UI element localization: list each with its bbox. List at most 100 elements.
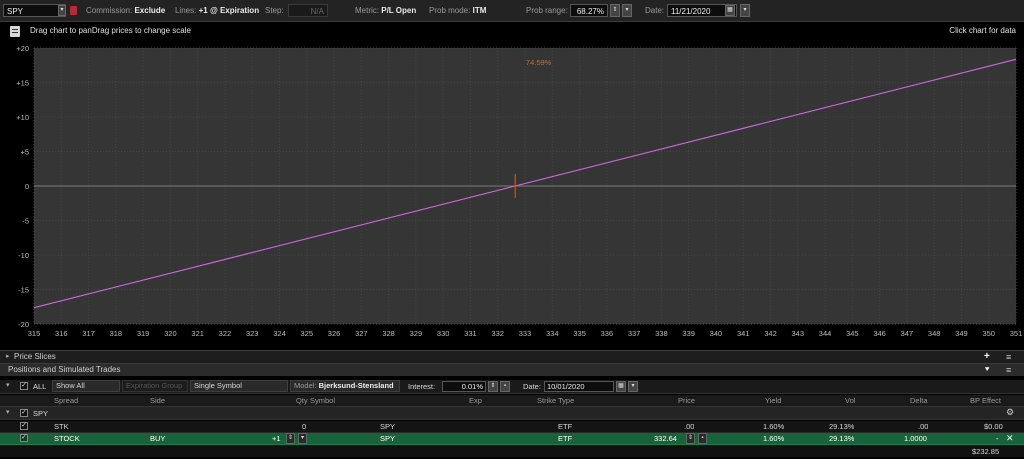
row-yield: 1.60% — [763, 422, 785, 431]
date-value: 11/21/2020 — [671, 7, 711, 16]
positions-title: Positions and Simulated Trades — [8, 365, 121, 374]
qty-stepper-icon[interactable]: ⇕ — [286, 433, 295, 444]
row-price[interactable]: 332.64 — [654, 433, 677, 444]
show-all-dropdown[interactable]: Show All — [52, 380, 120, 392]
col-yield[interactable]: Yield — [765, 395, 781, 406]
date-dropdown-icon[interactable]: ▾ — [740, 4, 750, 17]
x-tick-label: 330 — [437, 329, 450, 338]
model-label: Model: — [294, 381, 317, 390]
symbol-input[interactable]: SPY — [3, 4, 66, 17]
row-checkbox[interactable]: ✓ — [20, 422, 28, 430]
group-checkbox[interactable]: ✓ — [20, 409, 28, 417]
x-tick-label: 345 — [846, 329, 859, 338]
calendar-icon[interactable]: ▦ — [725, 5, 735, 16]
gear-icon[interactable]: ⚙ — [1006, 407, 1014, 418]
x-tick-label: 343 — [792, 329, 805, 338]
totals-row: $232.85 — [0, 445, 1024, 457]
row-checkbox[interactable]: ✓ — [20, 434, 28, 442]
commission-selector[interactable]: Commission: Exclude — [86, 4, 165, 17]
commission-label: Commission: — [86, 6, 133, 15]
price-slices-bar[interactable]: ▸ Price Slices + ≡ — [0, 350, 1024, 363]
price-stepper-icon[interactable]: ⇕ — [686, 433, 695, 444]
x-tick-label: 326 — [328, 329, 341, 338]
step-label: Step: — [265, 6, 284, 15]
positions-date-value: 10/01/2020 — [547, 382, 585, 391]
col-side[interactable]: Side — [150, 395, 165, 406]
x-tick-label: 340 — [710, 329, 723, 338]
alert-icon[interactable] — [70, 6, 77, 15]
remove-row-icon[interactable]: ✕ — [1006, 433, 1014, 444]
col-type[interactable]: Type — [558, 395, 574, 406]
row-symbol: SPY — [380, 434, 396, 443]
positions-date-input[interactable]: 10/01/2020 — [544, 381, 614, 392]
qty-dropdown-icon[interactable]: ▾ — [298, 433, 307, 444]
lines-value: +1 @ Expiration — [198, 6, 260, 15]
expand-chevron-icon[interactable]: ▸ — [6, 351, 10, 363]
col-bp-effect[interactable]: BP Effect — [970, 395, 1001, 406]
col-price[interactable]: Price — [678, 395, 695, 406]
price-lock-icon[interactable]: ▪ — [698, 433, 707, 444]
y-tick-label: +5 — [20, 148, 29, 157]
collapse-icon[interactable]: ⯆ — [984, 364, 990, 376]
x-tick-label: 350 — [982, 329, 995, 338]
x-tick-label: 341 — [737, 329, 750, 338]
prob-range-stepper-icon[interactable]: ⇕ — [610, 4, 620, 17]
row-yield: 1.60% — [763, 434, 785, 443]
table-row[interactable]: ✓ STK 0 SPY ETF .00 1.60% 29.13% .00 $0.… — [0, 421, 1024, 433]
interest-lock-icon[interactable]: ▪ — [500, 381, 510, 392]
positions-menu-icon[interactable]: ≡ — [1006, 364, 1011, 376]
positions-date-dropdown-icon[interactable]: ▾ — [628, 381, 638, 392]
col-exp[interactable]: Exp — [469, 395, 482, 406]
row-vol: 29.13% — [829, 434, 855, 443]
group-chevron-icon[interactable]: ▾ — [6, 381, 10, 389]
interest-input[interactable]: 0.01% — [442, 381, 486, 392]
prob-range-dropdown-icon[interactable]: ▾ — [622, 4, 632, 17]
expiration-group-dropdown[interactable]: Expiration Group — [122, 380, 188, 392]
risk-profile-chart[interactable]: 315 316 317 318 319 320 321 322 323 324 325 326 327 3… — [0, 42, 1024, 342]
x-tick-label: 319 — [137, 329, 150, 338]
metric-selector[interactable]: Metric: P/L Open — [355, 4, 416, 17]
row-side[interactable]: BUY — [150, 433, 165, 444]
lines-selector[interactable]: Lines: +1 @ Expiration — [175, 4, 259, 17]
col-vol[interactable]: Vol — [845, 395, 855, 406]
table-row[interactable]: ✓ STOCK BUY +1 ⇕ ▾ SPY ETF 332.64 ⇕ ▪ 1.… — [0, 433, 1024, 445]
x-tick-label: 324 — [273, 329, 286, 338]
x-tick-label: 320 — [164, 329, 177, 338]
positions-calendar-icon[interactable]: ▦ — [616, 381, 626, 392]
row-type: ETF — [558, 434, 573, 443]
row-qty[interactable]: +1 — [272, 433, 281, 444]
x-tick-label: 346 — [873, 329, 886, 338]
col-strike[interactable]: Strike — [537, 395, 556, 406]
single-symbol-dropdown[interactable]: Single Symbol — [190, 380, 288, 392]
row-symbol: SPY — [380, 422, 396, 431]
x-tick-label: 333 — [519, 329, 532, 338]
x-tick-label: 348 — [928, 329, 941, 338]
col-symbol[interactable]: Symbol — [310, 395, 335, 406]
prob-mode-selector[interactable]: Prob mode: ITM — [429, 4, 486, 17]
x-tick-label: 327 — [355, 329, 368, 338]
model-value: Bjerksund-Stensland — [318, 381, 394, 390]
col-qty[interactable]: Qty — [296, 395, 308, 406]
col-delta[interactable]: Delta — [910, 395, 928, 406]
x-tick-label: 315 — [28, 329, 41, 338]
x-tick-label: 331 — [464, 329, 477, 338]
chart-settings-icon[interactable] — [10, 26, 20, 37]
all-label: ALL — [33, 382, 47, 391]
model-dropdown[interactable]: Model: Bjerksund-Stensland — [290, 380, 400, 392]
interest-stepper-icon[interactable]: ⇕ — [488, 381, 498, 392]
all-checkbox[interactable]: ✓ — [20, 382, 28, 390]
plus-icon[interactable]: + — [984, 351, 990, 363]
row-delta: .00 — [918, 422, 929, 431]
symbol-dropdown-icon[interactable]: ▾ — [58, 5, 66, 16]
group-row[interactable]: ▾ ✓ SPY ⚙ — [0, 407, 1024, 420]
positions-bar[interactable]: Positions and Simulated Trades ⯆ ≡ — [0, 363, 1024, 376]
prob-range-value: 68.27% — [576, 7, 604, 16]
prob-range-input[interactable]: 68.27% — [570, 4, 608, 17]
step-input[interactable]: N/A — [288, 4, 328, 17]
hamburger-icon[interactable]: ≡ — [1006, 351, 1011, 363]
chart-svg[interactable]: 315 316 317 318 319 320 321 322 323 324 325 326 327 3… — [0, 42, 1024, 342]
row-qty[interactable]: 0 — [302, 421, 306, 432]
x-tick-label: 323 — [246, 329, 259, 338]
col-spread[interactable]: Spread — [54, 395, 78, 406]
group-collapse-icon[interactable]: ▾ — [6, 408, 10, 416]
